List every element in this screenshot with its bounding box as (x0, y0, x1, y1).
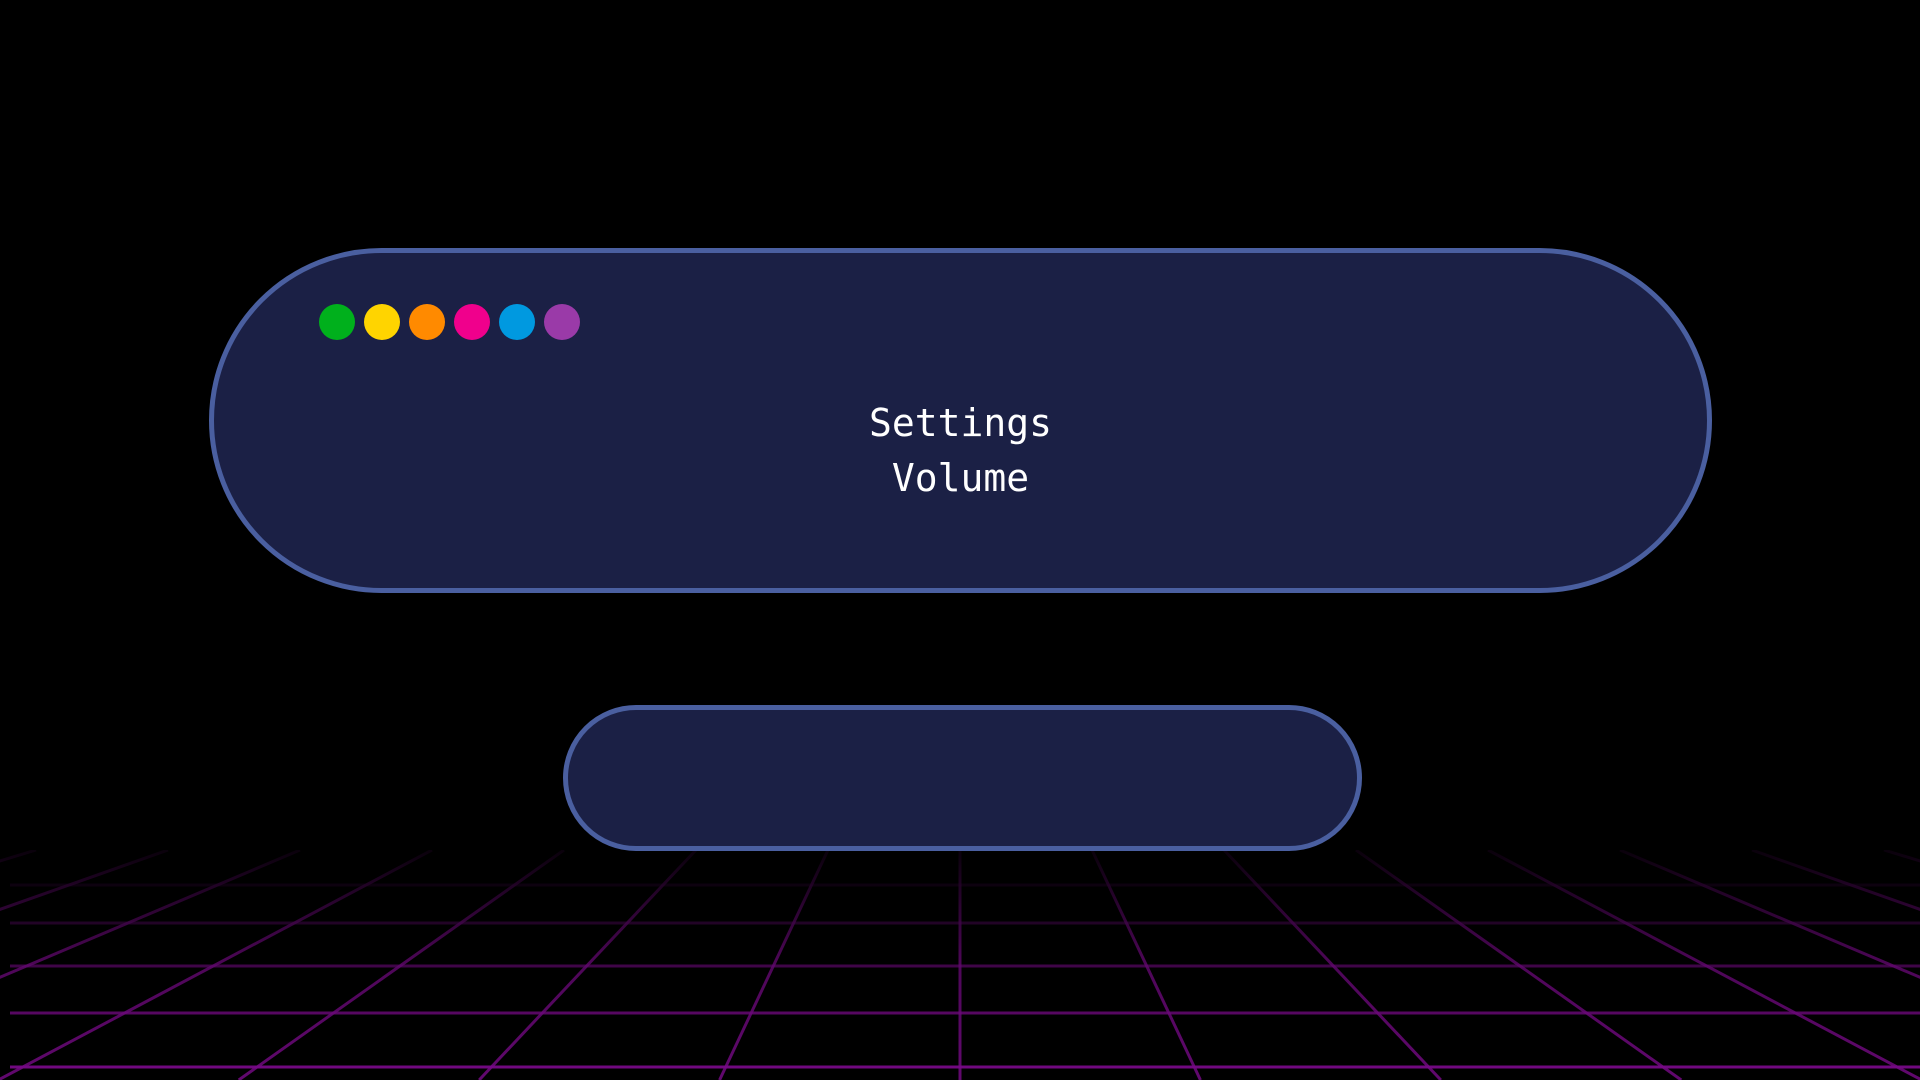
panel-title-block: Settings Volume (214, 396, 1707, 506)
yellow-dot-icon[interactable] (364, 304, 400, 340)
orange-dot-icon[interactable] (409, 304, 445, 340)
settings-panel: Settings Volume (209, 248, 1712, 593)
panel-title: Settings (868, 401, 1053, 445)
grid-fade-overlay (0, 850, 1920, 1080)
app-stage: Settings Volume (0, 0, 1920, 1080)
volume-control-panel[interactable] (563, 705, 1362, 851)
neon-grid-floor (0, 850, 1920, 1080)
magenta-dot-icon[interactable] (454, 304, 490, 340)
purple-dot-icon[interactable] (544, 304, 580, 340)
panel-subtitle: Volume (891, 456, 1030, 500)
window-controls (319, 304, 580, 340)
green-dot-icon[interactable] (319, 304, 355, 340)
blue-dot-icon[interactable] (499, 304, 535, 340)
